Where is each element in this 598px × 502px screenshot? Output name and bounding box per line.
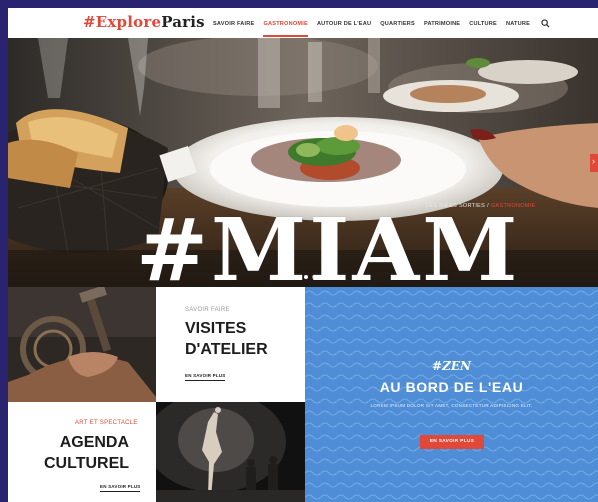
nav-item-quartiers[interactable]: QUARTIERS bbox=[380, 10, 415, 37]
main-navigation: SAVOIR FAIRE GASTRONOMIE AUTOUR DE L'EAU… bbox=[213, 8, 550, 38]
card-kicker: SAVOIR FAIRE bbox=[185, 307, 230, 313]
card-title: VISITES D'ATELIER bbox=[185, 318, 268, 360]
zen-title: AU BORD DE L'EAU bbox=[379, 379, 524, 395]
nav-item-gastronomie[interactable]: GASTRONOMIE bbox=[263, 10, 308, 37]
nav-item-nature[interactable]: NATURE bbox=[506, 10, 530, 37]
card-title-line: CULTUREL bbox=[44, 455, 130, 472]
card-more-link[interactable]: EN SAVOIR PLUS bbox=[100, 484, 141, 492]
nav-item-autour-de-leau[interactable]: AUTOUR DE L'EAU bbox=[317, 10, 371, 37]
logo-city: Paris bbox=[161, 13, 205, 31]
nav-item-culture[interactable]: CULTURE bbox=[469, 10, 497, 37]
card-title-line: D'ATELIER bbox=[185, 341, 268, 358]
card-title-line: VISITES bbox=[185, 320, 247, 337]
nav-item-savoir-faire[interactable]: SAVOIR FAIRE bbox=[213, 10, 254, 37]
zen-more-button[interactable]: EN SAVOIR PLUS bbox=[420, 435, 484, 449]
atelier-photo[interactable] bbox=[8, 287, 156, 402]
nav-item-patrimoine[interactable]: PATRIMOINE bbox=[424, 10, 460, 37]
carousel-dot[interactable] bbox=[320, 275, 324, 279]
zen-hashtag: #ZEN bbox=[432, 359, 471, 373]
craftsman-hands-image bbox=[8, 287, 156, 402]
card-more-link[interactable]: EN SAVOIR PLUS bbox=[185, 373, 226, 381]
carousel-dots bbox=[304, 275, 324, 279]
hero-banner: LES IDÉES SORTIES / GASTRONOMIE #MIAM › bbox=[8, 38, 598, 287]
search-icon[interactable] bbox=[541, 18, 550, 28]
card-title-line: AGENDA bbox=[59, 434, 130, 451]
dancer-stage-image bbox=[156, 402, 305, 502]
site-logo[interactable]: #ExploreParis bbox=[83, 13, 205, 31]
carousel-dot[interactable] bbox=[312, 275, 316, 279]
carousel-dot[interactable] bbox=[304, 275, 308, 279]
chevron-right-icon[interactable]: › bbox=[590, 154, 598, 172]
zen-feature-block: #ZEN AU BORD DE L'EAU LOREM IPSUM DOLOR … bbox=[305, 287, 598, 502]
top-navigation-bar: #ExploreParis SAVOIR FAIRE GASTRONOMIE A… bbox=[8, 8, 598, 39]
card-kicker: ART ET SPECTACLE bbox=[75, 420, 138, 426]
card-agenda-culturel[interactable]: ART ET SPECTACLE AGENDA CULTUREL EN SAVOI… bbox=[8, 402, 156, 502]
stage-performance-photo[interactable] bbox=[156, 402, 305, 502]
page-frame: #ExploreParis SAVOIR FAIRE GASTRONOMIE A… bbox=[8, 8, 598, 502]
next-slide-glyph: › bbox=[592, 156, 595, 166]
card-title: AGENDA CULTUREL bbox=[44, 432, 129, 474]
zen-description: LOREM IPSUM DOLOR SIT AMET, CONSECTETUR … bbox=[370, 403, 533, 408]
card-visites-atelier[interactable]: SAVOIR FAIRE VISITES D'ATELIER EN SAVOIR … bbox=[156, 287, 305, 402]
hero-title: #MIAM bbox=[136, 200, 521, 288]
logo-hashtag: #Explore bbox=[83, 13, 162, 31]
